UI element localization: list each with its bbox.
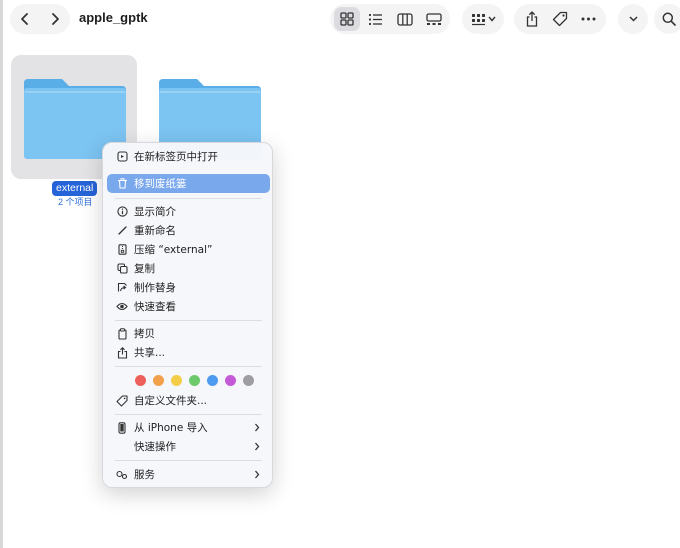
menu-separator bbox=[115, 414, 262, 415]
share-icon bbox=[115, 346, 129, 359]
column-view-button[interactable] bbox=[392, 7, 418, 31]
eye-icon bbox=[115, 302, 129, 311]
chevron-right-icon bbox=[250, 442, 264, 451]
trash-icon bbox=[115, 178, 129, 189]
menu-item-quick-look[interactable]: 快速查看 bbox=[107, 297, 270, 316]
menu-item-services[interactable]: 服务 bbox=[107, 465, 270, 484]
menu-item-label: 快速查看 bbox=[134, 301, 176, 313]
tag-green[interactable] bbox=[189, 375, 200, 386]
tag-yellow[interactable] bbox=[171, 375, 182, 386]
tag-blue[interactable] bbox=[207, 375, 218, 386]
chevron-right-icon bbox=[250, 470, 264, 479]
chevron-down-icon bbox=[628, 16, 638, 22]
menu-item-copy[interactable]: 拷贝 bbox=[107, 324, 270, 343]
toolbar: apple_gptk bbox=[0, 0, 680, 40]
tag-color-row bbox=[135, 375, 254, 386]
menu-item-label: 自定义文件夹... bbox=[134, 395, 208, 407]
iphone-icon bbox=[115, 421, 129, 434]
menu-separator bbox=[115, 460, 262, 461]
actions-group bbox=[514, 4, 606, 34]
menu-item-share[interactable]: 共享... bbox=[107, 343, 270, 362]
menu-item-duplicate[interactable]: 复制 bbox=[107, 259, 270, 278]
menu-item-label: 移到废纸篓 bbox=[134, 178, 187, 190]
group-by-button[interactable] bbox=[462, 4, 504, 34]
toolbar-overflow-button[interactable] bbox=[618, 4, 648, 34]
menu-item-label: 制作替身 bbox=[134, 282, 176, 294]
list-view-button[interactable] bbox=[363, 7, 389, 31]
menu-separator bbox=[115, 366, 262, 367]
window-left-edge bbox=[0, 0, 3, 548]
back-button[interactable] bbox=[10, 4, 40, 34]
chevron-right-icon bbox=[52, 13, 59, 25]
menu-item-label: 服务 bbox=[134, 469, 155, 481]
info-icon bbox=[115, 206, 129, 217]
copy-icon bbox=[115, 327, 129, 340]
icon-view-button[interactable] bbox=[333, 7, 360, 31]
menu-item-label: 重新命名 bbox=[134, 225, 176, 237]
navigation-group bbox=[10, 4, 70, 34]
menu-item-make-alias[interactable]: 制作替身 bbox=[107, 278, 270, 297]
menu-item-label: 从 iPhone 导入 bbox=[134, 422, 208, 434]
archive-icon bbox=[115, 244, 129, 255]
menu-item-label: 显示简介 bbox=[134, 206, 176, 218]
tag-purple[interactable] bbox=[225, 375, 236, 386]
menu-item-move-to-trash[interactable]: 移到废纸篓 bbox=[107, 174, 270, 193]
file-item-count: 2 个项目 bbox=[58, 197, 93, 207]
duplicate-icon bbox=[115, 263, 129, 274]
ellipsis-icon bbox=[581, 17, 595, 21]
menu-item-open-in-new-tab[interactable]: 在新标签页中打开 bbox=[107, 147, 270, 166]
menu-item-compress[interactable]: 压缩 “external” bbox=[107, 240, 270, 259]
chevron-left-icon bbox=[21, 13, 28, 25]
share-icon bbox=[526, 11, 537, 27]
list-icon bbox=[368, 13, 382, 25]
group-icon bbox=[471, 13, 485, 25]
view-mode-group bbox=[330, 4, 450, 34]
new-tab-icon bbox=[115, 151, 129, 162]
chevron-down-icon bbox=[487, 16, 496, 22]
services-icon bbox=[115, 470, 129, 480]
menu-separator bbox=[115, 198, 262, 199]
menu-item-label: 压缩 “external” bbox=[134, 244, 213, 256]
more-actions-button[interactable] bbox=[581, 17, 596, 21]
menu-item-label: 在新标签页中打开 bbox=[134, 151, 218, 163]
search-icon bbox=[662, 12, 676, 26]
menu-item-quick-actions[interactable]: 快速操作 bbox=[107, 437, 270, 456]
tag-icon bbox=[552, 11, 567, 27]
alias-icon bbox=[115, 282, 129, 293]
context-menu: 在新标签页中打开 移到废纸篓 显示简介 重新命名 压缩 “external” 复… bbox=[102, 142, 273, 488]
menu-item-rename[interactable]: 重新命名 bbox=[107, 221, 270, 240]
tag-icon bbox=[115, 394, 129, 407]
menu-item-import-from-iphone[interactable]: 从 iPhone 导入 bbox=[107, 418, 270, 437]
menu-item-label: 复制 bbox=[134, 263, 155, 275]
menu-separator bbox=[115, 320, 262, 321]
gallery-icon bbox=[425, 12, 442, 25]
tag-button[interactable] bbox=[552, 11, 568, 27]
menu-item-label: 共享... bbox=[134, 347, 166, 359]
menu-item-get-info[interactable]: 显示简介 bbox=[107, 202, 270, 221]
search-button[interactable] bbox=[654, 4, 680, 34]
tag-red[interactable] bbox=[135, 375, 146, 386]
forward-button[interactable] bbox=[40, 4, 70, 34]
pencil-icon bbox=[115, 225, 129, 236]
menu-item-label: 拷贝 bbox=[134, 328, 155, 340]
grid-icon bbox=[339, 12, 354, 26]
tag-orange[interactable] bbox=[153, 375, 164, 386]
gallery-view-button[interactable] bbox=[421, 7, 447, 31]
columns-icon bbox=[396, 12, 413, 26]
window-title: apple_gptk bbox=[79, 10, 148, 25]
chevron-right-icon bbox=[250, 423, 264, 432]
share-button[interactable] bbox=[525, 11, 539, 27]
menu-item-label: 快速操作 bbox=[134, 441, 176, 453]
file-name-label[interactable]: external bbox=[52, 181, 98, 196]
menu-item-customize-folder[interactable]: 自定义文件夹... bbox=[107, 391, 270, 410]
tag-gray[interactable] bbox=[243, 375, 254, 386]
